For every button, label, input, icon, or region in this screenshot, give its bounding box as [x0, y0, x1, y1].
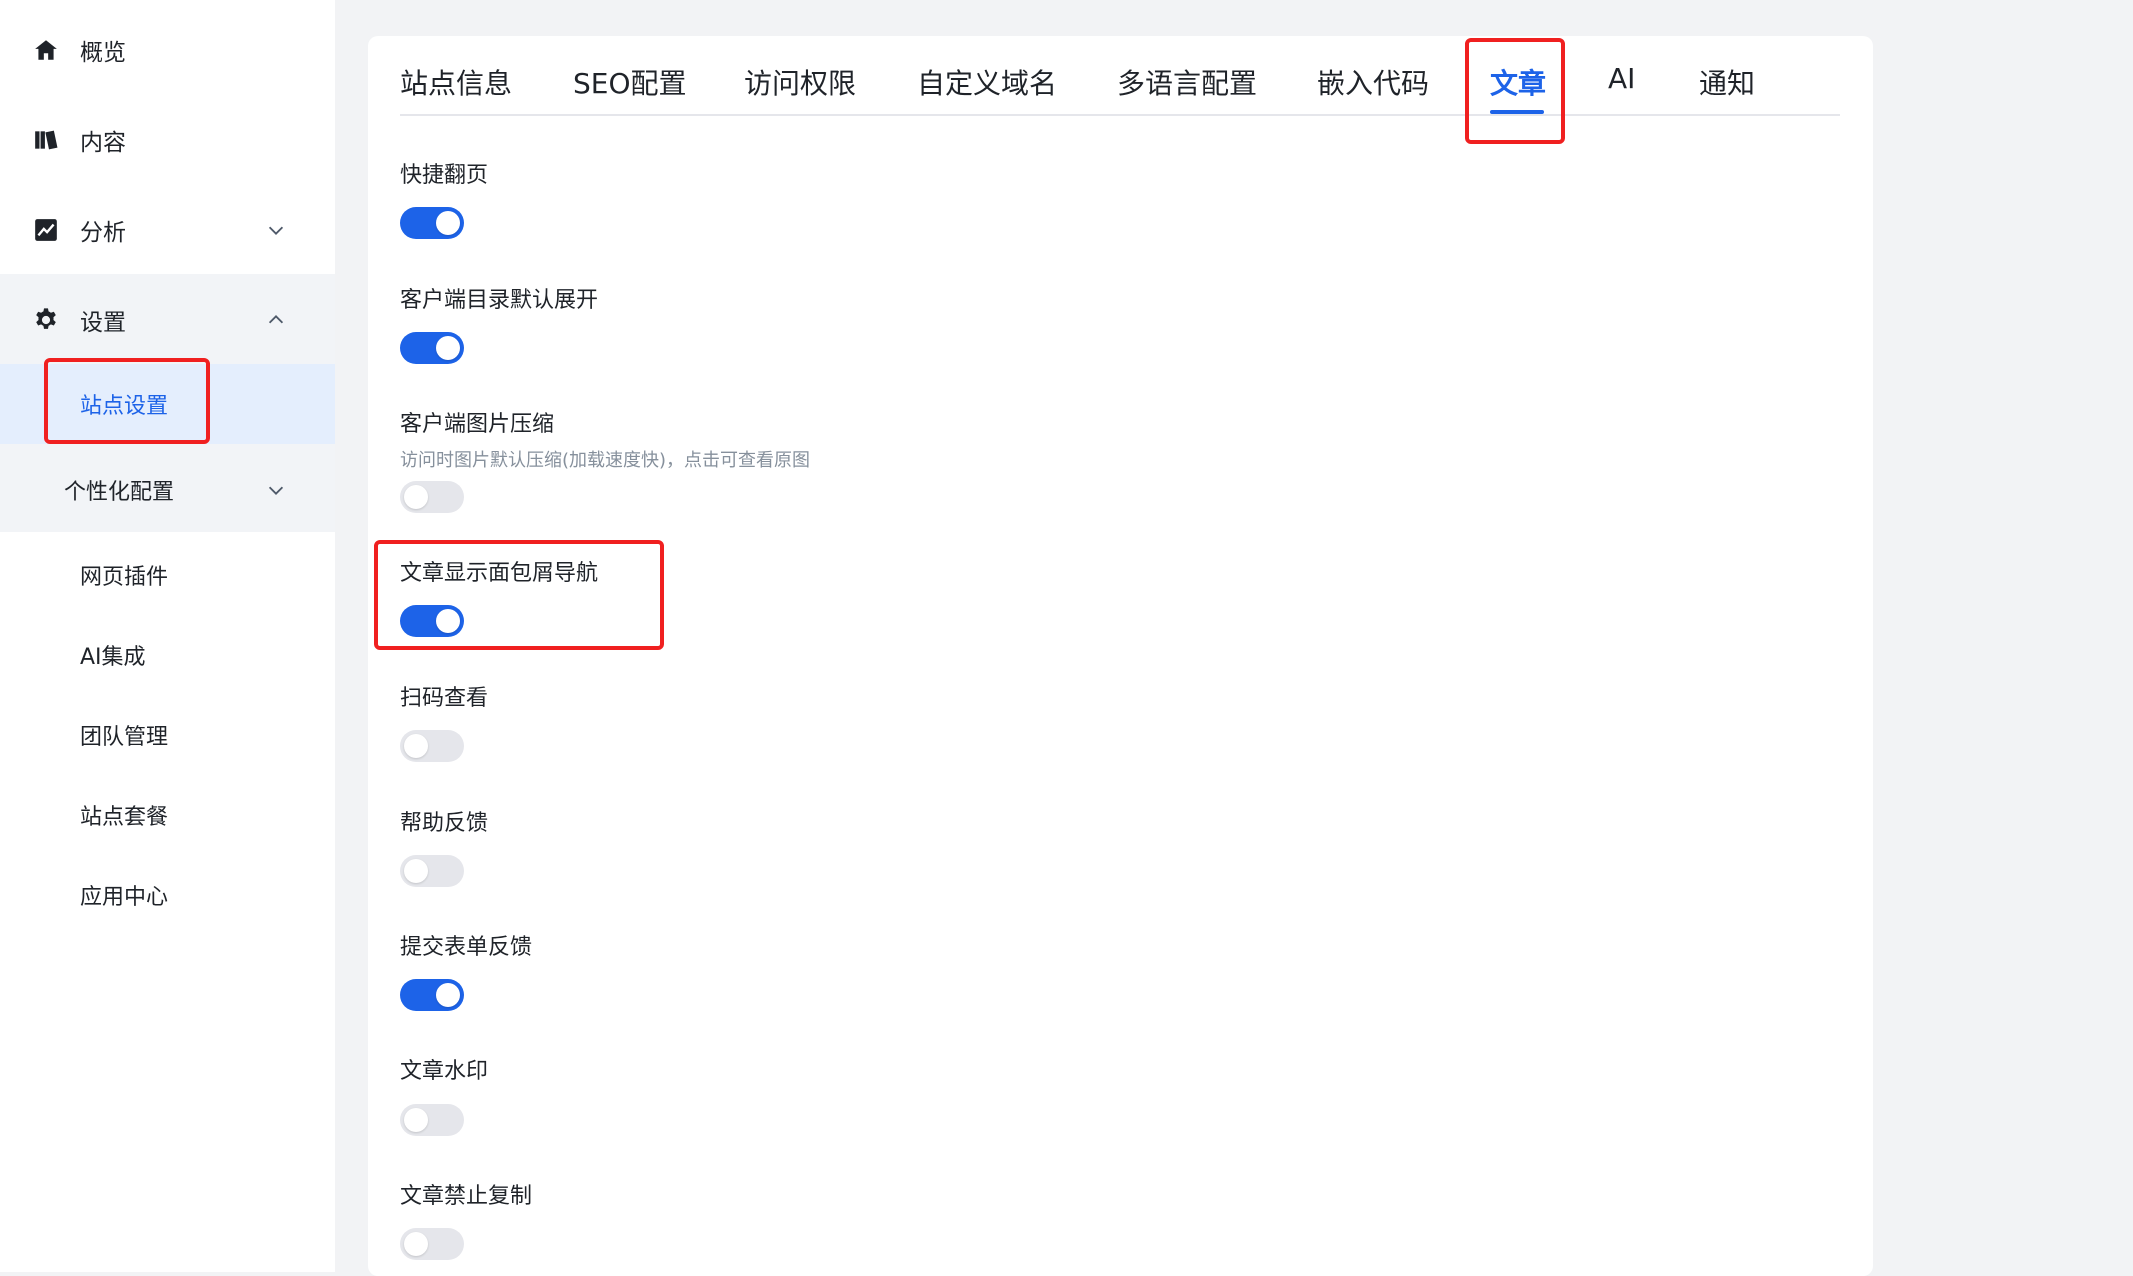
- setting-label: 客户端目录默认展开: [400, 288, 599, 313]
- sidebar-item-analytics[interactable]: 分析: [0, 186, 335, 274]
- tab-ai[interactable]: AI: [1608, 62, 1635, 95]
- toggle-knob: [404, 1108, 428, 1132]
- tab-embed-code[interactable]: 嵌入代码: [1317, 62, 1429, 102]
- highlight-box: [44, 358, 210, 444]
- tab-bar: 站点信息 SEO配置 访问权限 自定义域名 多语言配置 嵌入代码 文章 AI 通…: [400, 40, 1840, 116]
- sidebar-item-label: 内容: [80, 130, 126, 156]
- sidebar-item-ai-integration[interactable]: AI集成: [0, 615, 335, 695]
- tab-site-info[interactable]: 站点信息: [400, 62, 512, 102]
- setting-label: 快捷翻页: [400, 163, 489, 188]
- toggle-knob: [404, 1232, 428, 1256]
- chart-line-icon: [32, 216, 60, 244]
- tab-seo[interactable]: SEO配置: [573, 62, 687, 102]
- tab-multilingual[interactable]: 多语言配置: [1117, 62, 1257, 102]
- toc-expand-toggle[interactable]: [400, 332, 464, 364]
- sidebar-item-app-center[interactable]: 应用中心: [0, 855, 335, 935]
- sidebar-item-label: 个性化配置: [64, 480, 175, 505]
- home-icon: [32, 36, 60, 64]
- setting-label: 帮助反馈: [400, 811, 489, 836]
- chevron-down-icon: [268, 486, 284, 495]
- quick-page-toggle[interactable]: [400, 207, 464, 239]
- chevron-up-icon: [268, 315, 284, 324]
- sidebar-item-team-management[interactable]: 团队管理: [0, 695, 335, 775]
- sidebar-item-label: 概览: [80, 40, 126, 66]
- sidebar-item-label: 团队管理: [80, 725, 169, 750]
- sidebar-item-label: 分析: [80, 220, 126, 246]
- sidebar-item-settings[interactable]: 设置: [0, 276, 335, 364]
- sidebar-item-site-plan[interactable]: 站点套餐: [0, 775, 335, 855]
- tab-access[interactable]: 访问权限: [744, 62, 856, 102]
- setting-label: 客户端图片压缩: [400, 412, 555, 437]
- gear-icon: [32, 306, 60, 334]
- sidebar-item-personalization[interactable]: 个性化配置: [0, 450, 335, 530]
- setting-label: 扫码查看: [400, 686, 489, 711]
- sidebar-item-label: 站点套餐: [80, 805, 169, 830]
- sidebar: 概览 内容 分析 设置 站点设置 个性化配置 网页插件 AI集成 团队管理 站点…: [0, 0, 335, 1272]
- sidebar-item-label: 应用中心: [80, 885, 169, 910]
- sidebar-item-web-plugins[interactable]: 网页插件: [0, 535, 335, 615]
- sidebar-item-label: 网页插件: [80, 565, 169, 590]
- setting-description: 访问时图片默认压缩(加载速度快)，点击可查看原图: [400, 450, 811, 471]
- setting-label: 提交表单反馈: [400, 935, 533, 960]
- toggle-knob: [404, 734, 428, 758]
- sidebar-item-content[interactable]: 内容: [0, 96, 335, 184]
- toggle-knob: [404, 485, 428, 509]
- help-feedback-toggle[interactable]: [400, 855, 464, 887]
- toggle-knob: [436, 211, 460, 235]
- books-icon: [32, 126, 60, 154]
- setting-label: 文章禁止复制: [400, 1184, 533, 1209]
- tab-notifications[interactable]: 通知: [1699, 62, 1755, 102]
- image-compress-toggle[interactable]: [400, 481, 464, 513]
- highlight-box: [1465, 38, 1565, 144]
- highlight-box: [374, 540, 664, 650]
- sidebar-item-overview[interactable]: 概览: [0, 6, 335, 94]
- form-feedback-toggle[interactable]: [400, 979, 464, 1011]
- copy-protect-toggle[interactable]: [400, 1228, 464, 1260]
- toggle-knob: [404, 859, 428, 883]
- tab-custom-domain[interactable]: 自定义域名: [917, 62, 1057, 102]
- watermark-toggle[interactable]: [400, 1104, 464, 1136]
- toggle-knob: [436, 336, 460, 360]
- chevron-down-icon: [268, 226, 284, 235]
- sidebar-item-label: AI集成: [80, 645, 146, 670]
- setting-label: 文章水印: [400, 1059, 489, 1084]
- toggle-knob: [436, 983, 460, 1007]
- settings-card: [368, 36, 1873, 1276]
- qr-view-toggle[interactable]: [400, 730, 464, 762]
- sidebar-item-label: 设置: [80, 310, 126, 336]
